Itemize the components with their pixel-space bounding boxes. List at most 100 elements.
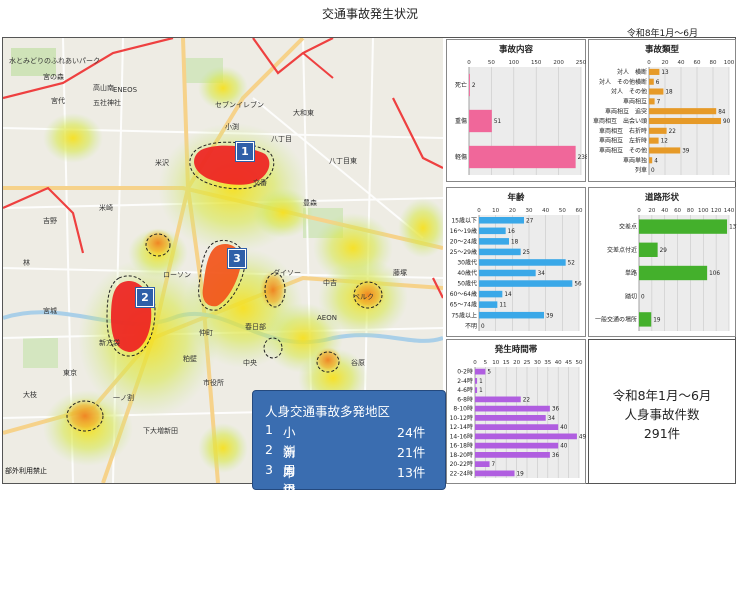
chart-panel-age: 年齢 0 10 20 30 40 50 60 15歳以下 27 16～19歳 16 20～24歳 18 2… [446,187,586,337]
category-label: 10-12時 [450,414,473,422]
tick-label: 50 [576,360,583,366]
chart-panel-accident-type: 事故類型 0 20 40 60 80 100 対人 横断 13 対人 その他横断 6 対人 その他 1… [588,39,736,182]
category-label: 車両相互 その他 [599,147,647,155]
bar [479,238,509,245]
category-label: 75歳以上 [451,311,477,319]
data-label: 2 [472,83,476,89]
legend-title: 人身交通事故多発地区 [265,404,391,419]
bar [475,470,515,477]
cluster-marker-3[interactable]: 3 [228,249,246,268]
data-label: 22 [523,397,531,403]
bar [469,145,576,169]
data-label: 7 [492,462,496,468]
category-label: 0-2時 [457,368,473,376]
category-label: 20-22時 [450,460,473,468]
bar [649,127,667,134]
map-label: 大和東 [293,109,314,117]
chart-panel-time-of-day: 発生時間帯 0 5 10 15 20 25 30 35 40 45 50 0-2時 5 2-4時 1 4-6時… [446,339,587,484]
bar [649,78,654,85]
map-label: 八丁目 [271,135,292,143]
category-label: 15歳以下 [451,216,477,224]
map-label: 仲町 [199,329,213,337]
category-label: 8-10時 [453,405,473,413]
tick-label: 10 [492,360,499,366]
category-label: 4-6時 [457,386,473,394]
bar [479,248,521,256]
map-label: セブンイレブン [215,101,264,109]
bar [649,137,659,144]
tick-label: 60 [576,208,583,214]
data-label: 0 [651,168,655,174]
bar [649,147,681,154]
tick-label: 0 [467,60,471,66]
bar [649,88,664,95]
category-label: 死亡 [455,81,467,89]
cluster-marker-1[interactable]: 1 [236,142,254,161]
data-label: 5 [487,370,491,376]
data-label: 16 [508,229,516,235]
tick-label: 30 [526,208,533,214]
map-label: 東京 [63,369,77,377]
category-label: 踏切 [625,292,637,300]
bar [475,461,490,467]
tick-label: 140 [724,208,735,214]
category-label: 30歳代 [457,259,477,267]
cluster-marker-2[interactable]: 2 [136,288,154,307]
bar [479,227,506,235]
category-label: 車両相互 左折時 [599,137,647,145]
category-label: 12-14時 [450,423,473,431]
legend-count: 21件 [397,445,426,460]
map-label: 一ノ割 [113,394,134,402]
map-label: 宮代 [51,97,65,105]
data-label: 90 [723,119,731,125]
data-label: 6 [656,80,660,86]
category-label: 50歳代 [457,280,477,288]
bar [475,433,577,440]
category-label: 対人 横断 [617,68,647,76]
map-label: AEON [317,314,337,322]
data-label: 14 [504,292,512,298]
data-label: 22 [669,129,677,135]
bar [639,265,708,281]
map-label: 交番 [253,179,267,187]
data-label: 0 [481,324,485,330]
data-label: 1 [479,388,483,394]
map-label: 下大増新田 [143,427,178,435]
bar [475,378,478,384]
map-label: 豊森 [303,199,317,207]
tick-label: 50 [559,208,566,214]
map-label: ローソン [163,271,191,279]
map-label: 春日部 [245,323,266,331]
chart-svg: 0 50 100 150 200 250 死亡 2 重傷 51 軽傷 238 [455,60,587,175]
category-label: 65～74歳 [450,301,477,309]
data-label: 25 [523,250,531,256]
category-label: 60～64歳 [450,290,477,298]
bar [639,219,728,234]
data-label: 18 [511,239,519,245]
bar [479,269,536,277]
bar [479,311,544,319]
category-label: 車両相互 [623,97,647,105]
category-label: 6-8時 [457,395,473,403]
tick-label: 50 [488,60,495,66]
chart-svg: 0 10 20 30 40 50 60 15歳以下 27 16～19歳 16 20～24歳 18 25～2… [450,208,583,331]
bar [475,452,550,458]
bar [469,109,492,133]
category-label: 交差点付近 [607,246,637,254]
chart-svg: 0 20 40 60 80 100120140 交差点 137 交差点付近 29 単路 106 踏切 0 一… [595,208,737,331]
tick-label: 80 [710,60,717,66]
chart-panel-accident-content: 事故内容 0 50 100 150 200 250 死亡 2 重傷 51 軽傷 238 [446,39,587,182]
tick-label: 20 [509,208,516,214]
tick-label: 120 [711,208,722,214]
data-label: 12 [661,139,669,145]
map-label: 米崎 [99,204,113,212]
tick-label: 45 [565,360,572,366]
data-label: 238 [578,155,587,161]
bar [479,290,503,298]
tick-label: 100 [698,208,709,214]
tick-label: 60 [694,60,701,66]
map-label: 五社神社 [93,99,121,107]
category-label: 2-4時 [457,377,473,385]
data-label: 7 [657,99,661,105]
chart-svg: 0 5 10 15 20 25 30 35 40 45 500-2時 52-4時 14-6時 16-8時 2… [450,360,587,478]
